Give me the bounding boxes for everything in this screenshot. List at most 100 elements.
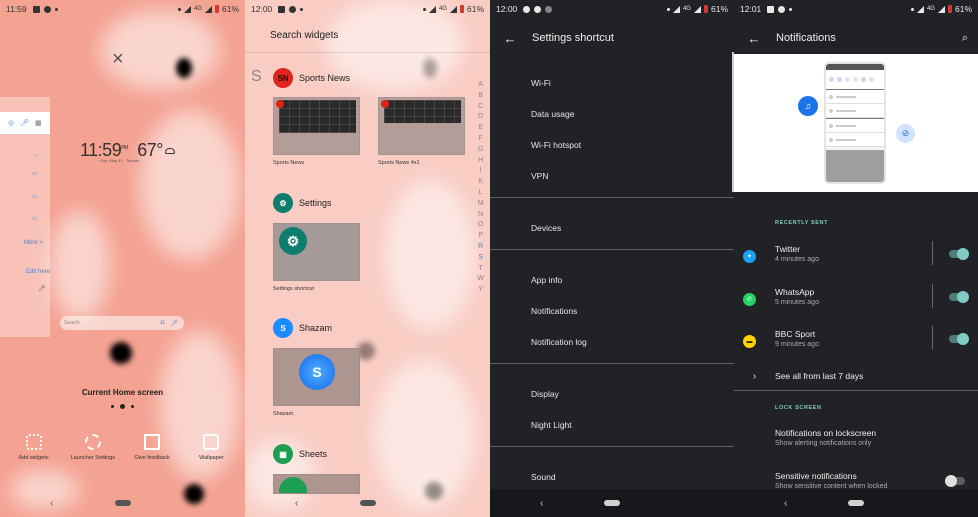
alphabet-letter[interactable]: F [479, 134, 483, 145]
signal-icon [672, 5, 680, 13]
settings-item[interactable]: Night Light [490, 409, 734, 440]
notifications-on-lockscreen-item[interactable]: Notifications on lockscreen Show alertin… [775, 428, 978, 447]
status-time: 12:00 [496, 4, 518, 14]
alphabet-letter[interactable]: O [478, 220, 483, 231]
search-widgets-input[interactable]: Search widgets [270, 30, 338, 41]
alphabet-letter[interactable]: C [478, 102, 483, 113]
alphabet-letter[interactable]: P [478, 231, 483, 242]
alphabet-letter[interactable]: H [478, 156, 483, 167]
signal-icon [449, 5, 457, 13]
alphabet-letter[interactable]: E [478, 123, 483, 134]
add-widgets-button[interactable]: Add widgets [6, 434, 61, 462]
home-button[interactable] [604, 500, 620, 506]
battery-level: 61% [954, 4, 972, 14]
camera-icon: ◎ [8, 120, 15, 127]
page-indicator[interactable] [0, 404, 245, 409]
alphabet-letter[interactable]: A [478, 80, 483, 91]
network-type: 4G [926, 6, 935, 12]
divider [490, 249, 734, 250]
alphabet-index[interactable]: ABCDEFGHIKLMNOPRSTWY [477, 80, 484, 296]
bbc-sport-toggle[interactable] [949, 333, 969, 345]
alphabet-letter[interactable]: I [480, 166, 482, 177]
settings-item[interactable]: Sound [490, 461, 734, 492]
notification-row-twitter[interactable]: ✦ Twitter 4 minutes ago [734, 241, 978, 281]
dot-icon [177, 7, 181, 11]
sensitive-notifications-toggle[interactable] [945, 475, 965, 487]
account-icon [289, 5, 297, 13]
settings-item[interactable]: Wi-Fi [490, 67, 734, 98]
back-button[interactable]: ‹ [784, 498, 787, 509]
alphabet-letter[interactable]: B [478, 91, 483, 102]
sent-time: 4 minutes ago [775, 256, 819, 263]
previous-page-preview[interactable]: ◎ 🎤︎ ▦ → ▭ ▭ ▭ More > Edit here 🎤︎ [0, 97, 50, 337]
home-button[interactable] [359, 500, 376, 506]
alphabet-letter[interactable]: D [478, 112, 483, 123]
settings-item[interactable]: Wi-Fi hotspot [490, 129, 734, 160]
back-button[interactable]: ‹ [295, 498, 298, 509]
gear-icon: ⚙ [273, 193, 293, 213]
notification-row-whatsapp[interactable]: ✆ WhatsApp 5 minutes ago [734, 284, 978, 324]
back-button[interactable]: ‹ [50, 498, 53, 509]
alphabet-letter[interactable]: L [479, 188, 483, 199]
close-icon[interactable]: × [112, 48, 124, 71]
twitter-icon: ✦ [743, 250, 756, 263]
widget-preview-settings-shortcut[interactable]: ⚙ [273, 223, 360, 281]
settings-item[interactable]: Notification log [490, 326, 734, 357]
settings-item[interactable]: Notifications [490, 295, 734, 326]
signal-icon [428, 5, 436, 13]
home-search-bar[interactable]: Search ◘ 🎤︎ [60, 316, 184, 330]
status-bar: 12:00 4G 61% [490, 0, 734, 18]
alphabet-letter[interactable]: M [478, 199, 484, 210]
recently-sent-header: RECENTLY SENT [775, 220, 829, 226]
alphabet-letter[interactable]: T [479, 264, 483, 275]
wallpaper-button[interactable]: Wallpaper [184, 434, 239, 462]
settings-item[interactable]: VPN [490, 160, 734, 191]
settings-item[interactable]: App info [490, 264, 734, 295]
alphabet-letter[interactable]: G [478, 145, 483, 156]
settings-shortcut-panel: 12:00 4G 61% ← Settings shortcut Wi-Fi Dat… [490, 0, 734, 517]
alphabet-letter[interactable]: W [477, 274, 484, 285]
widget-preview-sports-news[interactable] [273, 97, 360, 155]
gallery-icon [32, 5, 40, 13]
launcher-settings-button[interactable]: Launcher Settings [65, 434, 120, 462]
bell-icon: ♫ [798, 96, 818, 116]
settings-item[interactable]: Display [490, 378, 734, 409]
back-button[interactable]: ‹ [540, 498, 543, 509]
network-type: 4G [193, 6, 202, 12]
account-icon [523, 5, 531, 13]
home-button[interactable] [114, 500, 131, 506]
sensitive-notifications-item[interactable]: Sensitive notifications Show sensitive c… [775, 471, 978, 490]
search-icon[interactable]: ⌕ [962, 32, 968, 45]
app-name: Sports News [299, 73, 351, 83]
item-subtitle: Show alerting notifications only [775, 440, 872, 447]
alphabet-letter[interactable]: S [478, 253, 483, 264]
alphabet-letter[interactable]: K [478, 177, 483, 188]
calendar-icon: ▭ [32, 194, 38, 200]
widget-label: Shazam [273, 411, 294, 417]
alphabet-letter[interactable]: Y [478, 285, 483, 296]
see-all-link[interactable]: › See all from last 7 days [734, 366, 978, 386]
home-button[interactable] [848, 500, 864, 506]
sports-news-logo [381, 100, 389, 108]
page-dot[interactable] [131, 405, 134, 408]
alphabet-letter[interactable]: R [478, 242, 483, 253]
settings-item[interactable]: Devices [490, 212, 734, 243]
widget-preview-sports-news-4x1[interactable] [378, 97, 465, 155]
current-home-label: Current Home screen [81, 388, 164, 397]
back-arrow-icon[interactable]: ← [734, 31, 774, 46]
back-arrow-icon[interactable]: ← [490, 31, 530, 46]
whatsapp-toggle[interactable] [949, 291, 969, 303]
notification-row-bbc-sport[interactable]: ▬ BBC Sport 9 minutes ago [734, 326, 978, 366]
gear-icon [84, 434, 101, 450]
widget-preview-shazam[interactable]: S [273, 348, 360, 406]
more-link: More > [24, 240, 43, 246]
alphabet-letter[interactable]: N [478, 210, 483, 221]
give-feedback-button[interactable]: Give feedback [125, 434, 180, 462]
settings-item[interactable]: Data usage [490, 98, 734, 129]
twitter-toggle[interactable] [949, 248, 969, 260]
page-dot[interactable] [111, 405, 114, 408]
camera-icon[interactable]: ◘ [161, 320, 165, 327]
mic-icon[interactable]: 🎤︎ [170, 320, 178, 327]
feedback-icon [144, 434, 161, 450]
page-dot-active[interactable] [120, 404, 125, 409]
